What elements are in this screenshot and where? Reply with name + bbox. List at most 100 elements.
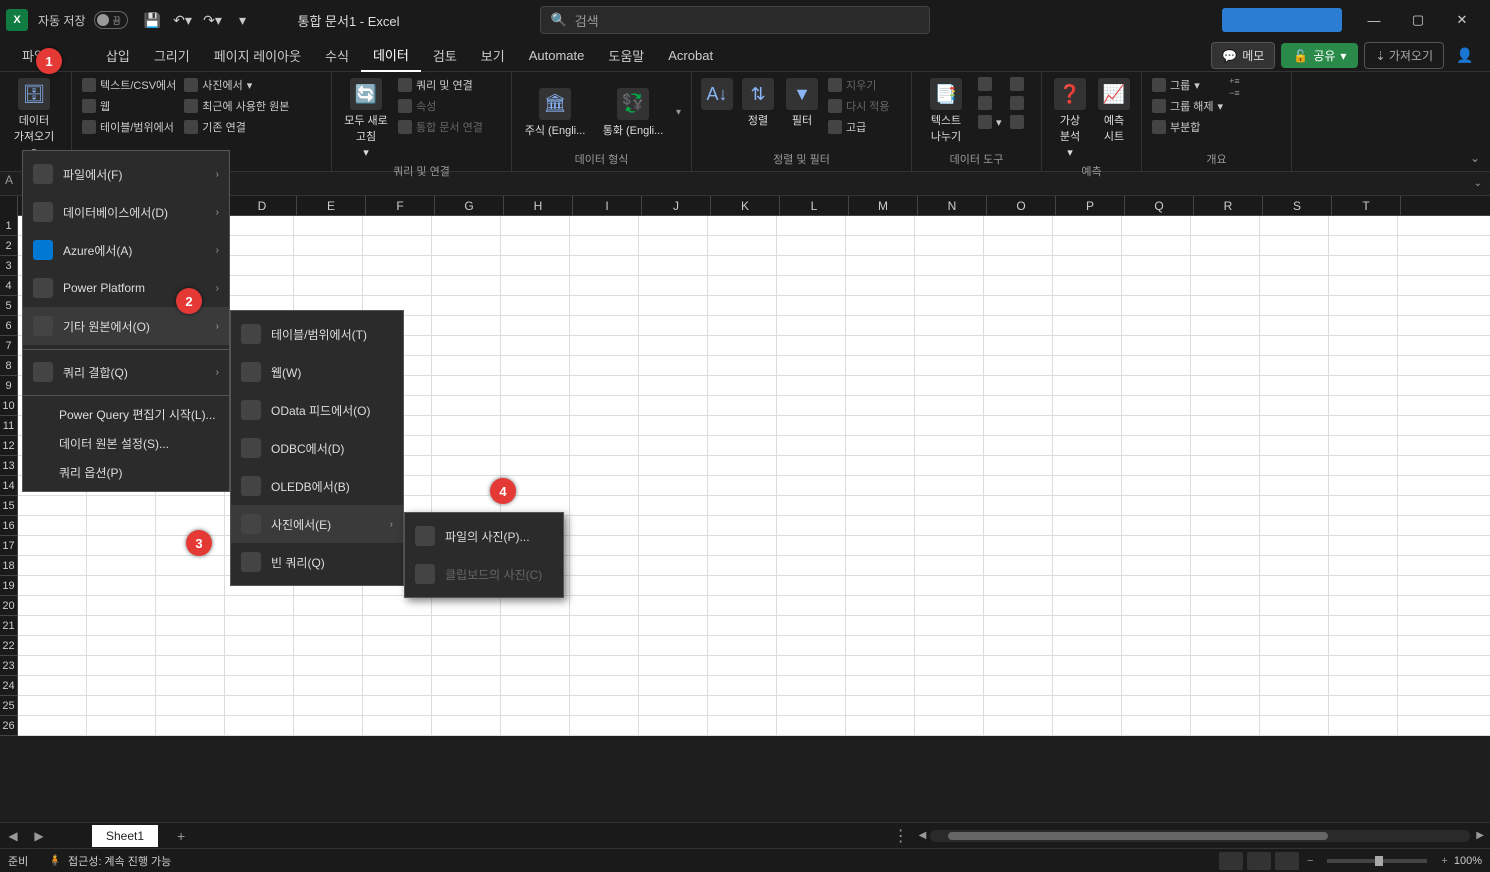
cell[interactable]: [639, 516, 708, 535]
cell[interactable]: [777, 616, 846, 635]
cell[interactable]: [294, 616, 363, 635]
column-header[interactable]: F: [366, 196, 435, 215]
cell[interactable]: [1260, 516, 1329, 535]
cell[interactable]: [1191, 276, 1260, 295]
cell[interactable]: [294, 276, 363, 295]
cell[interactable]: [777, 696, 846, 715]
cell[interactable]: [501, 316, 570, 335]
cell[interactable]: [915, 256, 984, 275]
cell[interactable]: [87, 516, 156, 535]
cell[interactable]: [570, 296, 639, 315]
zoom-out-button[interactable]: −: [1307, 855, 1313, 867]
cell[interactable]: [984, 716, 1053, 735]
cell[interactable]: [570, 696, 639, 715]
cell[interactable]: [294, 596, 363, 615]
cell[interactable]: [501, 416, 570, 435]
cell[interactable]: [1329, 636, 1398, 655]
cell[interactable]: [1260, 536, 1329, 555]
row-header[interactable]: 18: [0, 556, 18, 576]
row-header[interactable]: 21: [0, 616, 18, 636]
cell[interactable]: [846, 316, 915, 335]
cell[interactable]: [1122, 696, 1191, 715]
cell[interactable]: [432, 416, 501, 435]
cell[interactable]: [1122, 316, 1191, 335]
ribbon-collapse-icon[interactable]: ⌄: [1470, 151, 1480, 165]
cell[interactable]: [432, 596, 501, 615]
cell[interactable]: [846, 516, 915, 535]
cell[interactable]: [432, 376, 501, 395]
cell[interactable]: [501, 336, 570, 355]
cell[interactable]: [915, 216, 984, 235]
from-web-button[interactable]: 웹: [80, 97, 178, 115]
cell[interactable]: [984, 496, 1053, 515]
cell[interactable]: [915, 636, 984, 655]
cell[interactable]: [570, 596, 639, 615]
save-icon[interactable]: 💾: [140, 7, 166, 33]
cell[interactable]: [1053, 696, 1122, 715]
cell[interactable]: [1122, 576, 1191, 595]
cell[interactable]: [363, 276, 432, 295]
cell[interactable]: [846, 676, 915, 695]
column-header[interactable]: J: [642, 196, 711, 215]
cell[interactable]: [501, 296, 570, 315]
cell[interactable]: [984, 676, 1053, 695]
row-header[interactable]: 9: [0, 376, 18, 396]
cell[interactable]: [1329, 416, 1398, 435]
cell[interactable]: [639, 676, 708, 695]
cell[interactable]: [18, 696, 87, 715]
cell[interactable]: [984, 556, 1053, 575]
cell[interactable]: [570, 476, 639, 495]
cell[interactable]: [363, 716, 432, 735]
cell[interactable]: [915, 236, 984, 255]
consolidate-button[interactable]: [1008, 76, 1026, 92]
cell[interactable]: [432, 396, 501, 415]
cell[interactable]: [501, 396, 570, 415]
cell[interactable]: [225, 236, 294, 255]
cell[interactable]: [984, 416, 1053, 435]
cell[interactable]: [1122, 296, 1191, 315]
cell[interactable]: [1191, 316, 1260, 335]
cell[interactable]: [1053, 316, 1122, 335]
cell[interactable]: [1260, 356, 1329, 375]
cell[interactable]: [639, 656, 708, 675]
cell[interactable]: [777, 496, 846, 515]
column-header[interactable]: Q: [1125, 196, 1194, 215]
cell[interactable]: [1053, 676, 1122, 695]
cell[interactable]: [294, 656, 363, 675]
cell[interactable]: [570, 276, 639, 295]
cell[interactable]: [225, 276, 294, 295]
cell[interactable]: [708, 556, 777, 575]
column-header[interactable]: I: [573, 196, 642, 215]
cell[interactable]: [984, 456, 1053, 475]
cell[interactable]: [1053, 596, 1122, 615]
cell[interactable]: [87, 596, 156, 615]
cell[interactable]: [1191, 536, 1260, 555]
cell[interactable]: [1053, 656, 1122, 675]
queries-connections-button[interactable]: 쿼리 및 연결: [396, 76, 485, 94]
cell[interactable]: [432, 696, 501, 715]
cell[interactable]: [501, 616, 570, 635]
cell[interactable]: [639, 536, 708, 555]
refresh-all-button[interactable]: 🔄 모두 새로 고침▾: [340, 76, 392, 161]
row-header[interactable]: 10: [0, 396, 18, 416]
cell[interactable]: [639, 376, 708, 395]
cell[interactable]: [1122, 616, 1191, 635]
cell[interactable]: [570, 636, 639, 655]
cell[interactable]: [639, 256, 708, 275]
column-header[interactable]: N: [918, 196, 987, 215]
cell[interactable]: [18, 576, 87, 595]
cell[interactable]: [639, 356, 708, 375]
cell[interactable]: [708, 696, 777, 715]
sheet-nav-next[interactable]: ▶: [26, 829, 52, 843]
cell[interactable]: [18, 676, 87, 695]
cell[interactable]: [846, 236, 915, 255]
cell[interactable]: [1122, 396, 1191, 415]
collapse-icon[interactable]: −≡: [1229, 88, 1240, 98]
cell[interactable]: [1260, 576, 1329, 595]
cell[interactable]: [915, 716, 984, 735]
row-header[interactable]: 6: [0, 316, 18, 336]
cell[interactable]: [18, 516, 87, 535]
cell[interactable]: [1053, 616, 1122, 635]
cell[interactable]: [777, 316, 846, 335]
cell[interactable]: [1260, 336, 1329, 355]
